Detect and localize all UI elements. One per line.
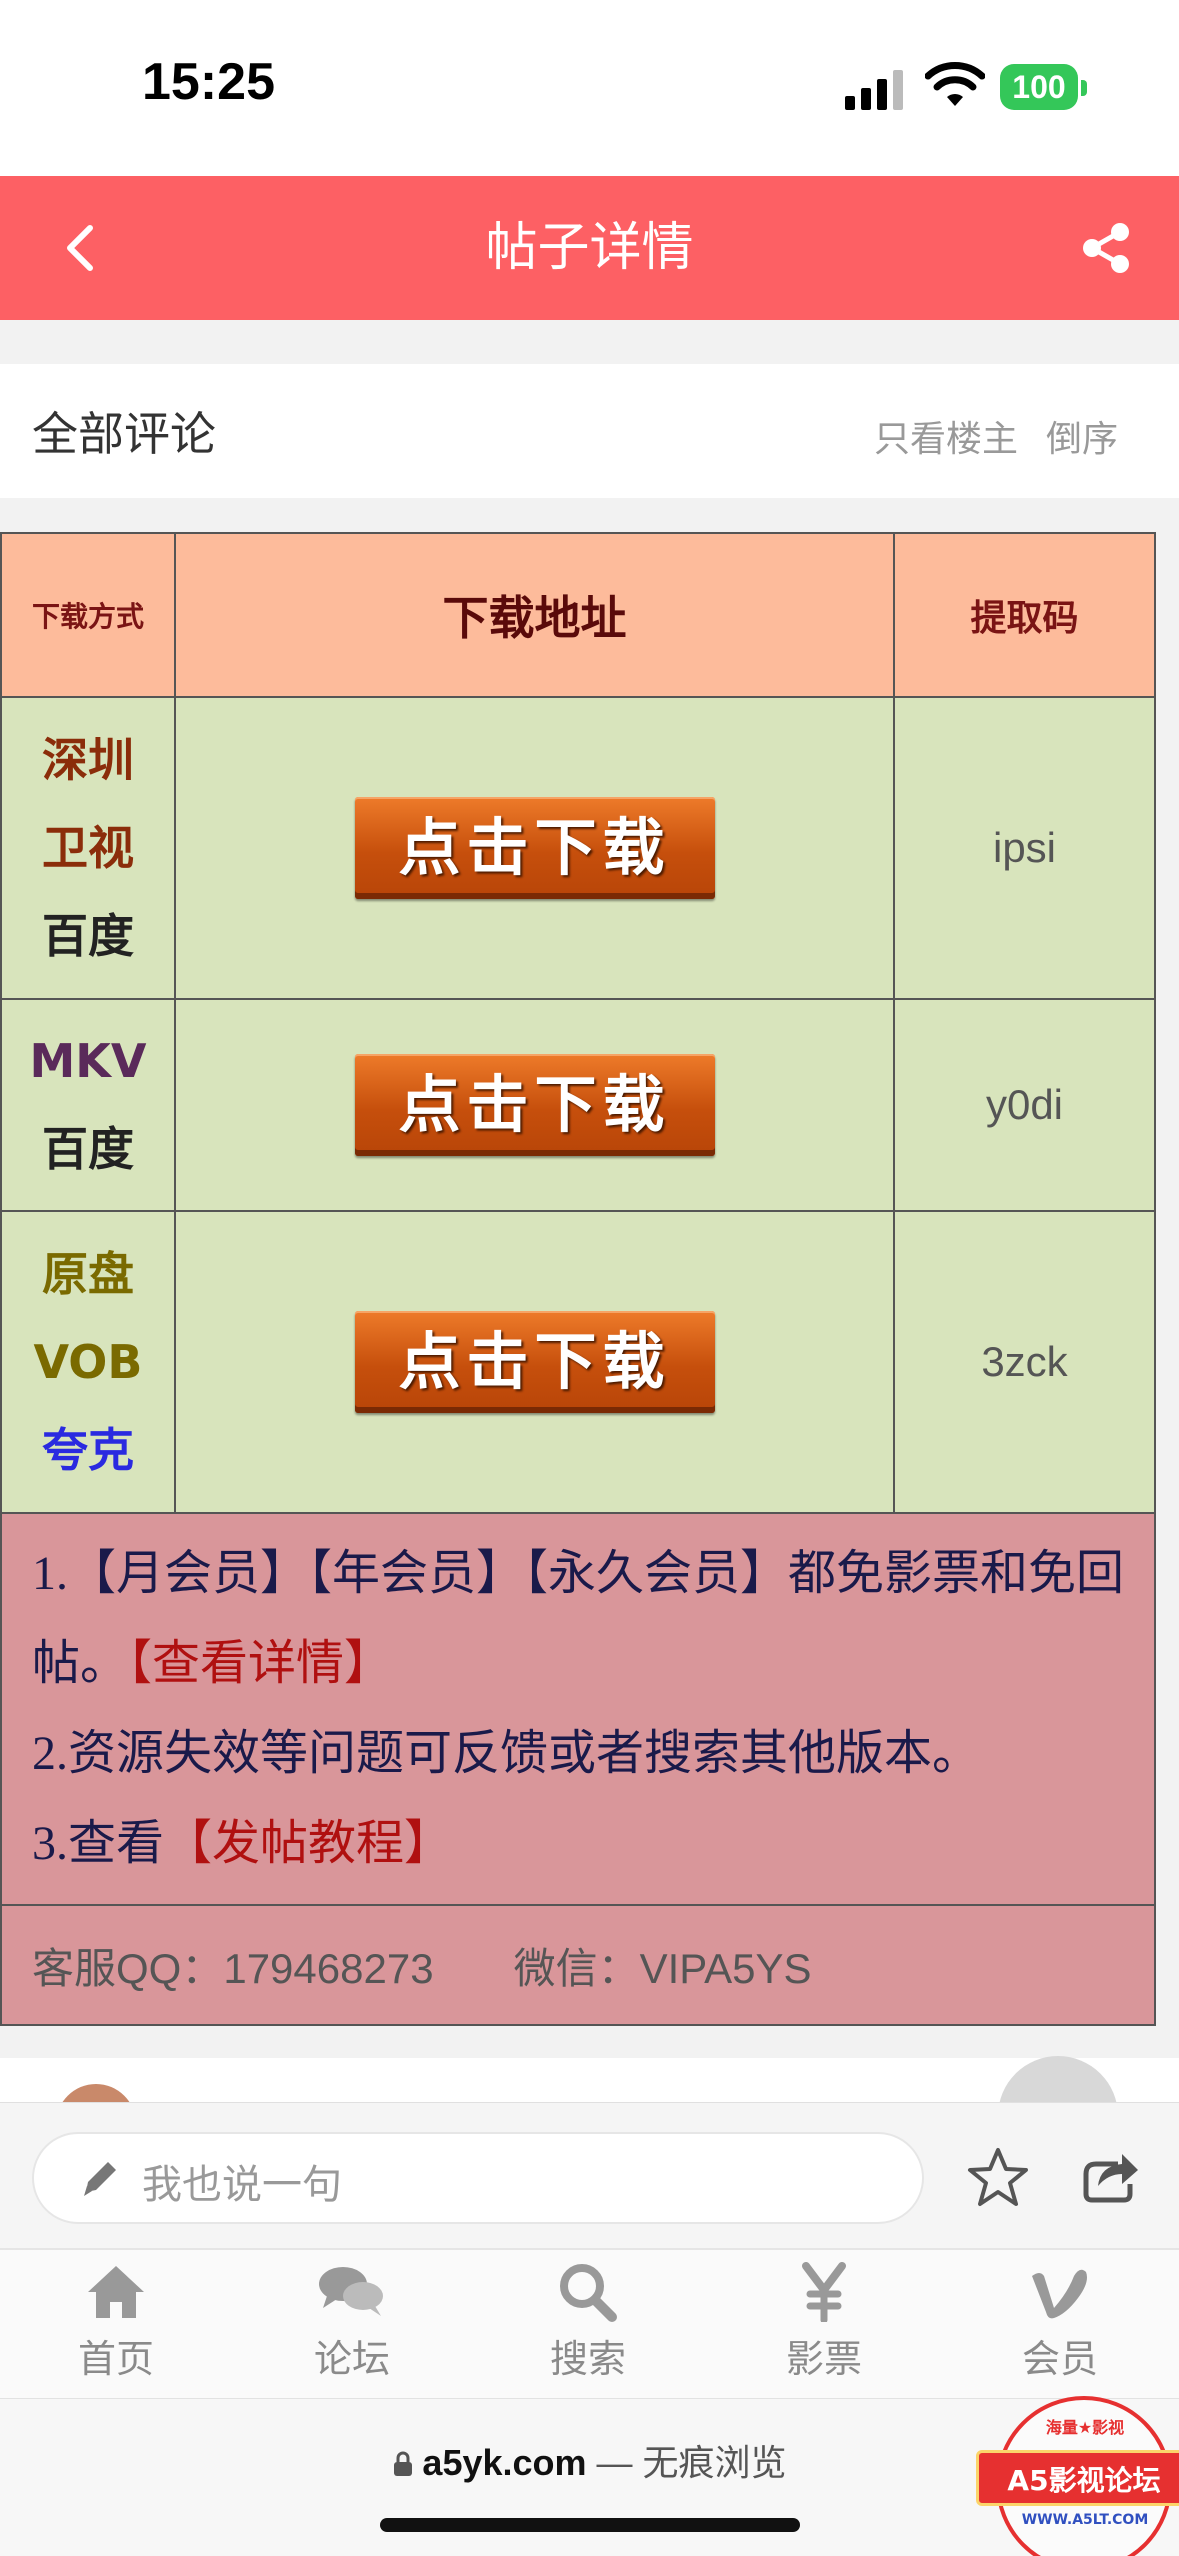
note-line-3: 3.查看【发帖教程】 bbox=[32, 1817, 453, 1870]
download-method-cell: 深圳 卫视 百度 bbox=[0, 696, 176, 1000]
tab-label: 论坛 bbox=[313, 2337, 390, 2381]
tab-label: 搜索 bbox=[549, 2337, 626, 2381]
download-method-line: 夸克 bbox=[42, 1423, 134, 1477]
view-details-link[interactable]: 【查看详情】 bbox=[128, 1637, 392, 1690]
extract-code-cell: ipsi bbox=[893, 696, 1156, 1000]
extract-code[interactable]: 3zck bbox=[981, 1338, 1067, 1385]
status-time: 15:25 bbox=[142, 53, 275, 111]
tab-tickets[interactable]: 影票 bbox=[744, 2256, 904, 2396]
tab-search[interactable]: 搜索 bbox=[508, 2256, 668, 2396]
all-comments-title: 全部评论 bbox=[32, 407, 216, 461]
download-button[interactable]: 点击下载 bbox=[354, 797, 715, 899]
download-method-cell: 原盘 VOB 夸克 bbox=[0, 1210, 176, 1514]
tab-forum[interactable]: 论坛 bbox=[272, 2256, 432, 2396]
download-button[interactable]: 点击下载 bbox=[354, 1311, 715, 1413]
note-line-1: 1.【月会员】【年会员】【永久会员】都免影票和免回帖。【查看详情】 bbox=[32, 1547, 1125, 1690]
download-address-cell: 点击下载 bbox=[174, 1210, 895, 1514]
download-address-cell: 点击下载 bbox=[174, 696, 895, 1000]
page-title: 帖子详情 bbox=[485, 218, 694, 278]
notes-row: 1.【月会员】【年会员】【永久会员】都免影票和免回帖。【查看详情】 2.资源失效… bbox=[0, 1512, 1156, 1906]
support-qq: 客服QQ：179468273 bbox=[32, 1944, 434, 1992]
reply-placeholder: 我也说一句 bbox=[142, 2162, 342, 2208]
download-method-line: 卫视 bbox=[42, 821, 134, 875]
watermark-top-text: 海量★影视 bbox=[1045, 2418, 1125, 2437]
back-chevron-icon[interactable] bbox=[52, 218, 112, 278]
support-row: 客服QQ：179468273 微信：VIPA5YS bbox=[0, 1904, 1156, 2026]
home-icon bbox=[88, 2266, 144, 2318]
pencil-icon bbox=[84, 2162, 116, 2196]
reverse-order-toggle[interactable]: 倒序 bbox=[1046, 410, 1118, 462]
download-method-line: MKV bbox=[29, 1034, 147, 1088]
watermark-url: WWW.A5LT.COM bbox=[1021, 2512, 1149, 2528]
extract-code-cell: y0di bbox=[893, 998, 1156, 1212]
download-method-line: 百度 bbox=[42, 909, 134, 963]
yen-icon bbox=[802, 2262, 846, 2322]
vip-icon bbox=[1032, 2269, 1087, 2319]
download-method-line: VOB bbox=[33, 1335, 143, 1389]
url-domain: a5yk.com bbox=[422, 2442, 587, 2483]
share-icon[interactable] bbox=[1078, 220, 1134, 276]
tab-label: 影票 bbox=[785, 2337, 862, 2381]
wifi-icon bbox=[925, 62, 985, 106]
download-method-cell: MKV 百度 bbox=[0, 998, 176, 1212]
private-mode-label: — 无痕浏览 bbox=[596, 2442, 787, 2483]
chat-icon bbox=[319, 2267, 383, 2316]
header-download-method: 下载方式 bbox=[0, 532, 176, 698]
tab-home[interactable]: 首页 bbox=[36, 2256, 196, 2396]
tab-label: 会员 bbox=[1021, 2337, 1098, 2381]
forward-share-icon[interactable] bbox=[1078, 2142, 1142, 2206]
lock-icon bbox=[394, 2451, 413, 2476]
battery-indicator: 100 bbox=[1000, 64, 1078, 110]
battery-tip bbox=[1081, 80, 1087, 96]
watermark-label: A5影视论坛 bbox=[976, 2450, 1179, 2506]
header-download-address: 下载地址 bbox=[174, 532, 895, 698]
support-wechat: 微信：VIPA5YS bbox=[513, 1944, 812, 1992]
support-cell: 客服QQ：179468273 微信：VIPA5YS bbox=[0, 1904, 1156, 2026]
cellular-signal-icon bbox=[845, 70, 903, 110]
header-extract-code: 提取码 bbox=[893, 532, 1156, 698]
home-indicator bbox=[380, 2518, 800, 2532]
download-method-line: 原盘 bbox=[42, 1247, 134, 1301]
table-row: MKV 百度 点击下载 y0di bbox=[0, 998, 1156, 1212]
favorite-star-icon[interactable] bbox=[964, 2144, 1032, 2212]
download-button[interactable]: 点击下载 bbox=[354, 1054, 715, 1156]
table-row: 原盘 VOB 夸克 点击下载 3zck bbox=[0, 1210, 1156, 1514]
only-op-filter[interactable]: 只看楼主 bbox=[874, 410, 1018, 462]
tab-label: 首页 bbox=[77, 2337, 154, 2381]
tab-member[interactable]: 会员 bbox=[980, 2256, 1140, 2396]
table-header-row: 下载方式 下载地址 提取码 bbox=[0, 532, 1156, 698]
posting-tutorial-link[interactable]: 【发帖教程】 bbox=[164, 1817, 452, 1870]
table-row: 深圳 卫视 百度 点击下载 ipsi bbox=[0, 696, 1156, 1000]
download-table: 下载方式 下载地址 提取码 深圳 卫视 百度 点击下载 ipsi MKV 百度 … bbox=[0, 532, 1156, 2026]
notes-cell: 1.【月会员】【年会员】【永久会员】都免影票和免回帖。【查看详情】 2.资源失效… bbox=[0, 1512, 1156, 1906]
download-method-line: 百度 bbox=[42, 1122, 134, 1176]
download-method-line: 深圳 bbox=[42, 733, 134, 787]
extract-code-cell: 3zck bbox=[893, 1210, 1156, 1514]
extract-code[interactable]: y0di bbox=[986, 1081, 1063, 1128]
note-line-2: 2.资源失效等问题可反馈或者搜索其他版本。 bbox=[32, 1727, 981, 1780]
download-address-cell: 点击下载 bbox=[174, 998, 895, 1212]
search-icon bbox=[560, 2264, 617, 2322]
extract-code[interactable]: ipsi bbox=[993, 824, 1056, 871]
